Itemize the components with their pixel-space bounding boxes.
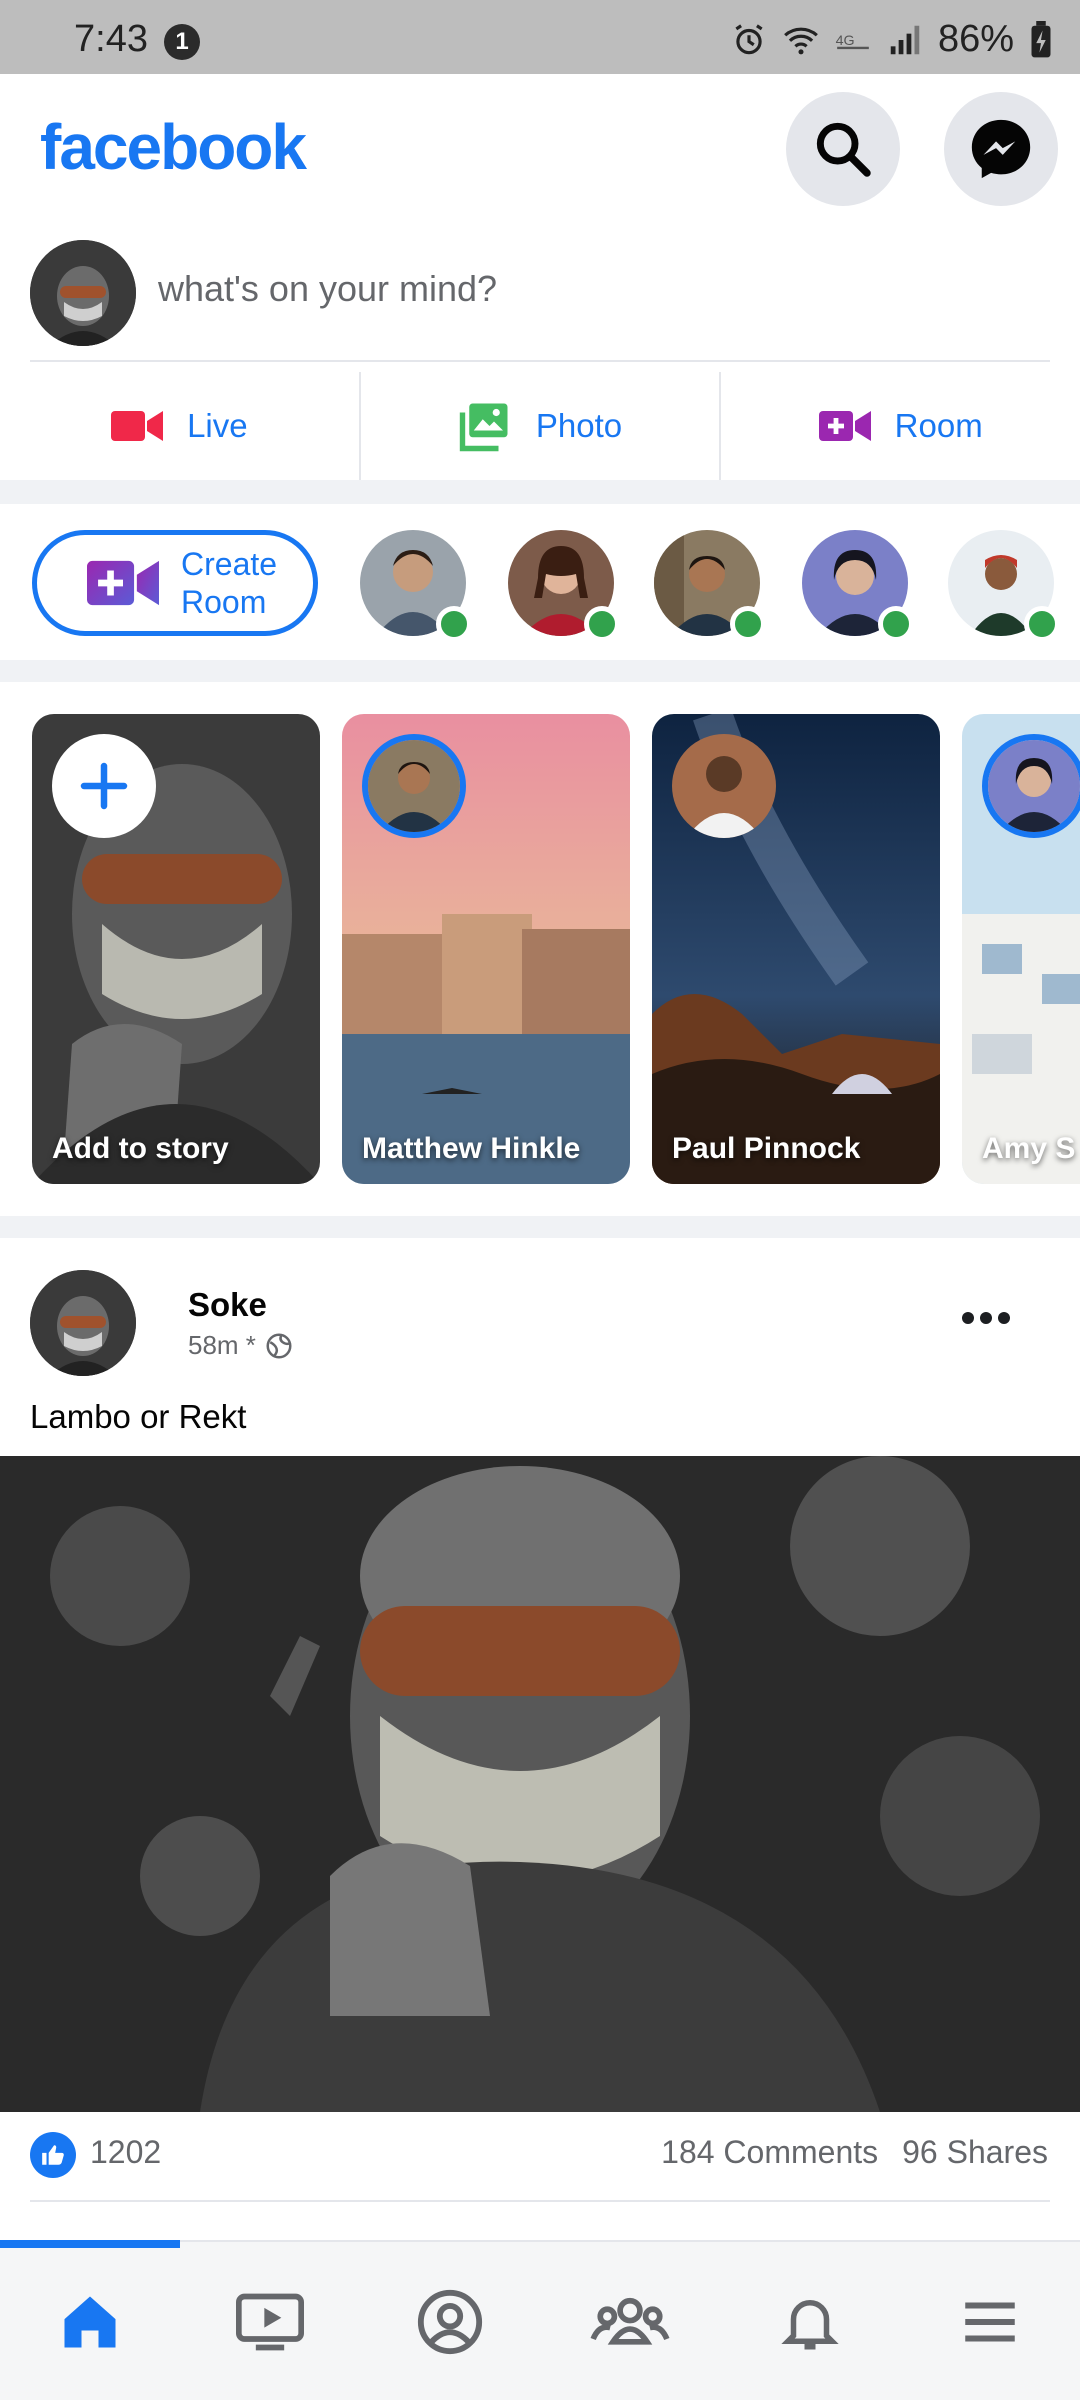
dot-icon xyxy=(998,1312,1010,1324)
bottom-navigation xyxy=(0,2240,1080,2400)
room-button[interactable]: Room xyxy=(721,372,1080,480)
composer-input[interactable]: what's on your mind? xyxy=(158,268,497,310)
post-image[interactable] xyxy=(0,1456,1080,2112)
photo-label: Photo xyxy=(535,407,623,444)
story-card[interactable]: Amy S xyxy=(962,714,1080,1184)
video-camera-icon xyxy=(111,411,164,441)
nav-profile[interactable] xyxy=(360,2272,540,2372)
profile-icon xyxy=(417,2289,483,2355)
post-text: Lambo or Rekt xyxy=(30,1398,247,1435)
comments-shares: 184 Comments 96 Shares xyxy=(661,2134,1048,2171)
room-contact[interactable] xyxy=(654,530,766,642)
nav-menu[interactable] xyxy=(900,2272,1080,2372)
live-label: Live xyxy=(187,407,248,444)
story-name: Amy S xyxy=(982,1132,1076,1165)
post-author-avatar[interactable] xyxy=(30,1270,136,1376)
nav-home[interactable] xyxy=(0,2272,180,2372)
feed-post: Soke 58m * Lambo or Rekt 1202 184 Commen… xyxy=(0,1238,1080,2238)
story-card[interactable]: Paul Pinnock xyxy=(652,714,940,1184)
room-label: Room xyxy=(894,407,983,444)
globe-icon xyxy=(266,1333,292,1358)
story-avatar xyxy=(362,734,466,838)
avatar[interactable] xyxy=(30,240,136,346)
signal-icon xyxy=(890,25,920,54)
story-name: Add to story xyxy=(52,1132,229,1165)
thumbs-up-icon xyxy=(42,2145,64,2165)
app-header: facebook xyxy=(0,74,1080,224)
alarm-icon xyxy=(735,23,763,54)
room-contact[interactable] xyxy=(802,530,914,642)
post-options-button[interactable] xyxy=(962,1312,1010,1324)
plus-icon xyxy=(80,762,128,810)
online-indicator xyxy=(584,606,620,642)
photo-icon xyxy=(459,403,508,452)
story-name: Paul Pinnock xyxy=(672,1132,861,1165)
status-time: 7:43 xyxy=(74,18,148,60)
create-room-label: Create Room xyxy=(181,546,278,620)
svg-text:4G: 4G xyxy=(836,32,855,48)
section-separator xyxy=(0,1216,1080,1238)
shares-count[interactable]: 96 Shares xyxy=(902,2134,1048,2171)
dot-icon xyxy=(980,1312,992,1324)
comments-count[interactable]: 184 Comments xyxy=(661,2134,878,2171)
messenger-icon xyxy=(971,119,1031,179)
wifi-icon xyxy=(784,27,818,54)
battery-charging-icon xyxy=(1031,20,1051,57)
composer-actions: Live Photo Room xyxy=(0,372,1080,480)
post-composer: what's on your mind? Live Photo Room xyxy=(0,224,1080,480)
status-bar: 7:43 1 4G 86% xyxy=(0,0,1080,74)
battery-level: 86% xyxy=(937,18,1014,60)
post-author-name[interactable]: Soke xyxy=(188,1286,267,1324)
menu-icon xyxy=(965,2302,1015,2342)
watch-icon xyxy=(236,2293,304,2351)
active-tab-indicator xyxy=(0,2240,180,2248)
groups-icon xyxy=(590,2297,670,2345)
facebook-logo[interactable]: facebook xyxy=(40,110,307,184)
like-count[interactable]: 1202 xyxy=(90,2134,161,2171)
story-avatar xyxy=(672,734,776,838)
dot-icon xyxy=(962,1312,974,1324)
messenger-button[interactable] xyxy=(944,92,1058,206)
online-indicator xyxy=(1024,606,1060,642)
online-indicator xyxy=(878,606,914,642)
nav-notifications[interactable] xyxy=(720,2272,900,2372)
story-name: Matthew Hinkle xyxy=(362,1132,581,1165)
room-video-icon xyxy=(87,560,159,606)
story-card-add[interactable]: Add to story xyxy=(32,714,320,1184)
room-contact[interactable] xyxy=(360,530,472,642)
section-separator xyxy=(0,480,1080,504)
section-separator xyxy=(0,660,1080,682)
live-button[interactable]: Live xyxy=(0,372,361,480)
divider xyxy=(30,2200,1050,2202)
divider xyxy=(30,360,1050,362)
search-icon xyxy=(816,122,871,177)
rooms-row: Create Room xyxy=(0,504,1080,660)
home-icon xyxy=(64,2296,116,2348)
photo-button[interactable]: Photo xyxy=(361,372,722,480)
online-indicator xyxy=(436,606,472,642)
nav-groups[interactable] xyxy=(540,2272,720,2372)
online-indicator xyxy=(730,606,766,642)
room-video-icon xyxy=(818,411,871,441)
volte-icon: 4G xyxy=(836,32,869,49)
room-contact[interactable] xyxy=(508,530,620,642)
story-avatar xyxy=(982,734,1080,838)
notification-badge: 1 xyxy=(164,24,200,60)
add-story-button[interactable] xyxy=(52,734,156,838)
room-contact[interactable] xyxy=(948,530,1060,642)
story-card[interactable]: Matthew Hinkle xyxy=(342,714,630,1184)
create-room-button[interactable]: Create Room xyxy=(32,530,318,636)
stories-tray: Add to story Matthew Hinkle Paul Pinnock xyxy=(0,682,1080,1216)
search-button[interactable] xyxy=(786,92,900,206)
post-meta: 58m * xyxy=(188,1330,294,1361)
post-time: 58m * xyxy=(188,1330,256,1360)
like-reaction-badge[interactable] xyxy=(30,2132,76,2178)
notifications-icon xyxy=(781,2300,839,2350)
nav-watch[interactable] xyxy=(180,2272,360,2372)
status-icons: 4G 86% xyxy=(730,18,1054,61)
post-reactions: 1202 184 Comments 96 Shares xyxy=(0,2112,1080,2194)
